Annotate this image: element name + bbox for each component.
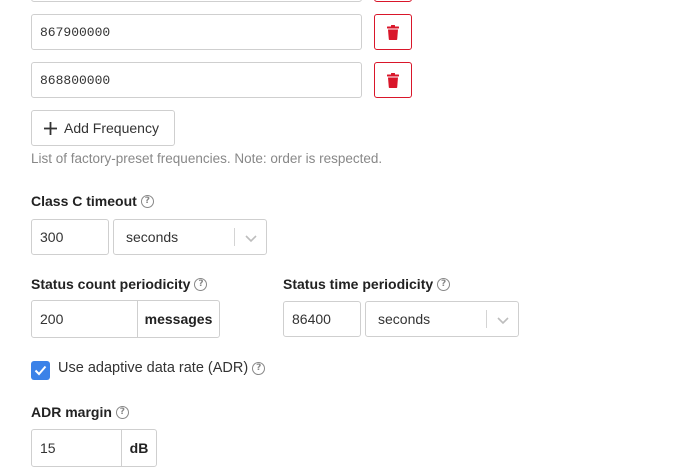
status-count-periodicity-label: Status count periodicity ?	[31, 276, 208, 292]
delete-frequency-button[interactable]	[374, 62, 412, 98]
help-icon[interactable]: ?	[115, 405, 129, 419]
status-time-periodicity-unit-value: seconds	[378, 311, 431, 327]
frequency-input-partial[interactable]	[31, 0, 362, 2]
status-count-periodicity-unit: messages	[137, 301, 219, 337]
status-time-periodicity-unit-select[interactable]: seconds	[365, 301, 519, 337]
status-count-periodicity-field: 200 messages	[31, 300, 220, 338]
adr-margin-field: 15 dB	[31, 429, 157, 467]
adr-margin-input[interactable]: 15	[32, 430, 121, 466]
class-c-timeout-label-text: Class C timeout	[31, 193, 137, 209]
adr-checkbox[interactable]	[31, 361, 50, 380]
class-c-timeout-input[interactable]: 300	[31, 219, 109, 255]
add-frequency-button[interactable]: Add Frequency	[31, 110, 175, 146]
status-count-periodicity-label-text: Status count periodicity	[31, 276, 191, 292]
adr-margin-label: ADR margin ?	[31, 404, 129, 420]
adr-margin-unit: dB	[121, 430, 156, 466]
help-icon[interactable]: ?	[437, 277, 451, 291]
trash-icon	[387, 72, 399, 88]
chevron-down-icon	[497, 317, 509, 325]
help-icon[interactable]: ?	[252, 361, 266, 375]
select-separator	[234, 228, 235, 246]
help-icon[interactable]: ?	[194, 277, 208, 291]
status-time-periodicity-input[interactable]: 86400	[283, 301, 361, 337]
plus-icon	[44, 121, 57, 135]
trash-icon	[387, 24, 399, 40]
chevron-down-icon	[245, 235, 257, 243]
frequency-input[interactable]: 867900000	[31, 14, 362, 50]
adr-margin-label-text: ADR margin	[31, 404, 112, 420]
add-frequency-label: Add Frequency	[64, 120, 159, 136]
frequency-input[interactable]: 868800000	[31, 62, 362, 98]
checkmark-icon	[34, 365, 47, 376]
frequencies-hint: List of factory-preset frequencies. Note…	[31, 151, 383, 166]
delete-frequency-button-partial[interactable]	[374, 0, 412, 2]
class-c-timeout-unit-value: seconds	[126, 229, 179, 245]
help-icon[interactable]: ?	[140, 194, 154, 208]
adr-checkbox-label[interactable]: Use adaptive data rate (ADR) ?	[58, 360, 266, 376]
adr-checkbox-label-text: Use adaptive data rate (ADR)	[58, 360, 249, 376]
status-count-periodicity-input[interactable]: 200	[32, 301, 137, 337]
device-profile-form: 867900000 868800000 Add Frequency List o…	[0, 0, 693, 474]
status-time-periodicity-label-text: Status time periodicity	[283, 276, 434, 292]
status-time-periodicity-label: Status time periodicity ?	[283, 276, 451, 292]
select-separator	[486, 310, 487, 328]
class-c-timeout-unit-select[interactable]: seconds	[113, 219, 267, 255]
class-c-timeout-label: Class C timeout ?	[31, 193, 154, 209]
delete-frequency-button[interactable]	[374, 14, 412, 50]
